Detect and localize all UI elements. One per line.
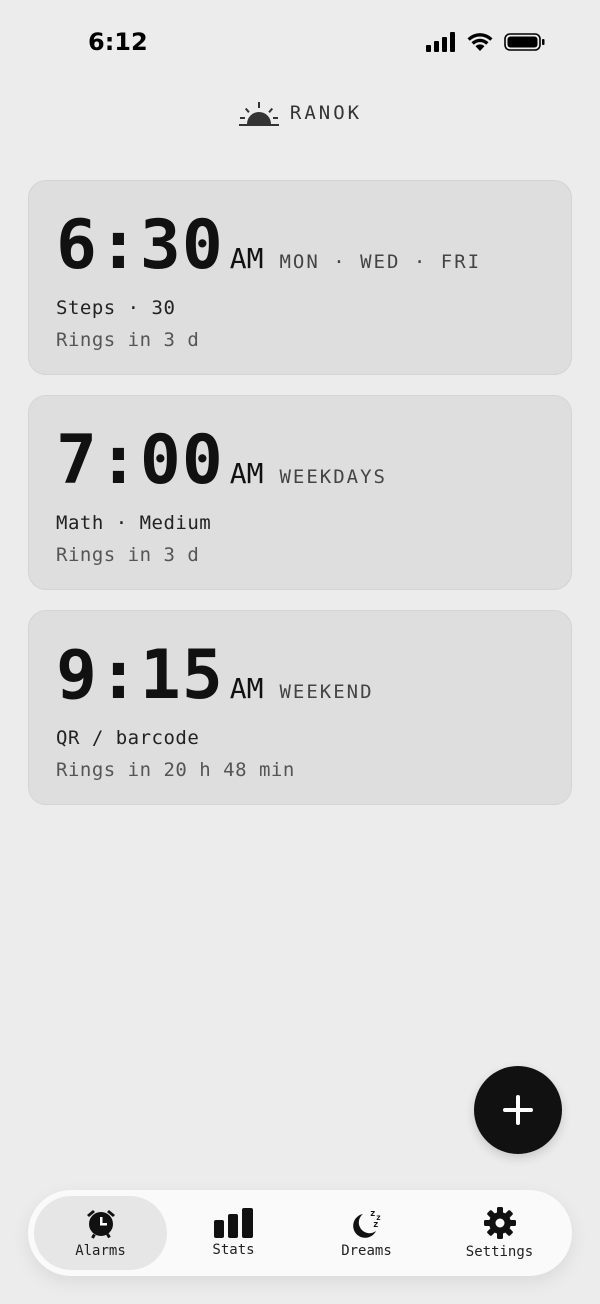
wifi-icon	[467, 33, 493, 51]
gear-icon	[483, 1207, 516, 1239]
svg-text:z: z	[370, 1209, 375, 1219]
status-time: 6:12	[88, 28, 148, 56]
alarm-time-row: 9:15 AM WEEKEND	[56, 637, 571, 715]
bottom-tab-bar: Alarms Stats z z z Dreams Settings	[28, 1190, 572, 1276]
alarm-ampm: AM	[229, 672, 264, 705]
tab-stats[interactable]: Stats	[167, 1196, 300, 1270]
status-icons	[426, 32, 546, 52]
sunrise-icon	[238, 102, 279, 126]
tab-label: Alarms	[75, 1243, 126, 1259]
battery-icon	[504, 33, 545, 51]
tab-alarms[interactable]: Alarms	[34, 1196, 167, 1270]
alarm-rings-in: Rings in 3 d	[56, 329, 200, 351]
alarm-time-row: 7:00 AM WEEKDAYS	[56, 422, 571, 500]
alarm-clock-icon	[86, 1210, 115, 1239]
alarm-ampm: AM	[229, 242, 264, 275]
app-name: RANOK	[289, 102, 363, 124]
tab-dreams[interactable]: z z z Dreams	[300, 1196, 433, 1270]
alarm-days: WEEKDAYS	[279, 466, 387, 488]
alarm-time: 9:15	[56, 636, 224, 715]
status-bar: 6:12	[0, 0, 600, 90]
alarm-time: 7:00	[56, 421, 224, 500]
moon-zzz-icon: z z z	[352, 1209, 381, 1238]
tab-settings[interactable]: Settings	[433, 1196, 566, 1270]
alarm-time: 6:30	[56, 206, 224, 285]
alarm-list: 6:30 AM MON · WED · FRI Steps · 30 Rings…	[28, 180, 572, 805]
svg-text:z: z	[373, 1220, 378, 1230]
alarm-card[interactable]: 7:00 AM WEEKDAYS Math · Medium Rings in …	[28, 395, 572, 590]
alarm-rings-in: Rings in 20 h 48 min	[56, 759, 295, 781]
alarm-days: MON · WED · FRI	[279, 251, 482, 273]
bar-chart-icon	[213, 1208, 253, 1238]
alarm-rings-in: Rings in 3 d	[56, 544, 200, 566]
tab-label: Settings	[465, 1244, 534, 1260]
tab-label: Stats	[212, 1242, 255, 1258]
add-alarm-button[interactable]	[474, 1066, 562, 1154]
tab-label: Dreams	[341, 1243, 392, 1259]
alarm-ampm: AM	[229, 457, 264, 490]
alarm-days: WEEKEND	[279, 681, 374, 703]
alarm-card[interactable]: 9:15 AM WEEKEND QR / barcode Rings in 20…	[28, 610, 572, 805]
brand-header: RANOK	[0, 100, 600, 126]
plus-icon	[503, 1095, 533, 1125]
alarm-time-row: 6:30 AM MON · WED · FRI	[56, 207, 571, 285]
alarm-card[interactable]: 6:30 AM MON · WED · FRI Steps · 30 Rings…	[28, 180, 572, 375]
cellular-signal-icon	[426, 32, 455, 52]
